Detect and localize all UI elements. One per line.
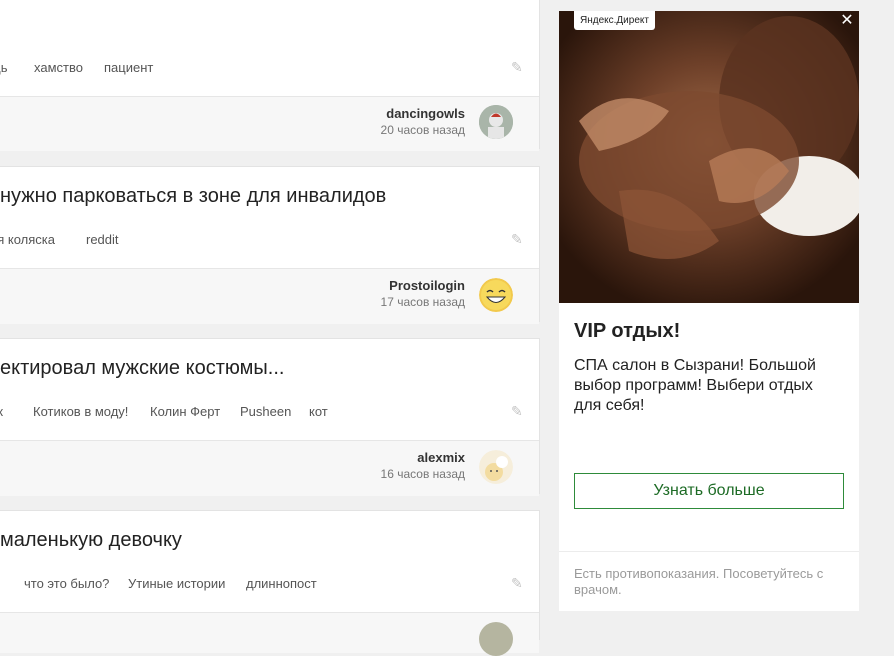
author-name[interactable]: dancingowls xyxy=(381,106,465,122)
avatar[interactable] xyxy=(479,450,513,484)
tag-link[interactable]: Утиные истории xyxy=(128,576,225,591)
tag-link[interactable]: хамство xyxy=(34,60,83,75)
story-title[interactable]: ектировал мужские костюмы... xyxy=(0,357,284,380)
story-tags: ик Котиков в моду! Колин Ферт Pusheen ко… xyxy=(0,404,490,424)
story-tags: щь хамство пациент xyxy=(0,60,490,80)
story-footer: Prostoilogin 17 часов назад xyxy=(0,268,539,324)
close-icon[interactable]: ✕ xyxy=(839,13,855,29)
ad-text[interactable]: СПА салон в Сызрани! Большой выбор прогр… xyxy=(574,356,844,416)
edit-icon[interactable]: ✎ xyxy=(511,576,525,590)
story-footer: alexmix 16 часов назад xyxy=(0,440,539,496)
avatar[interactable] xyxy=(479,622,513,656)
tag-link[interactable]: reddit xyxy=(86,232,119,247)
edit-icon[interactable]: ✎ xyxy=(511,60,525,74)
ad-block[interactable]: Яндекс.Директ ✕ VIP отдых! СПА салон в С… xyxy=(559,11,859,611)
story-card: маленькую девочку к что это было? Утиные… xyxy=(0,510,540,656)
post-time: 16 часов назад xyxy=(380,467,465,481)
ad-image[interactable]: Яндекс.Директ ✕ xyxy=(559,11,859,303)
story-card: щь хамство пациент ✎ dancingowls 20 часо… xyxy=(0,0,540,151)
ad-badge[interactable]: Яндекс.Директ xyxy=(574,11,655,30)
story-title[interactable]: маленькую девочку xyxy=(0,529,182,552)
story-card: ектировал мужские костюмы... ик Котиков … xyxy=(0,338,540,496)
tag-link[interactable]: Колин Ферт xyxy=(150,404,220,419)
learn-more-button[interactable]: Узнать больше xyxy=(574,473,844,509)
edit-icon[interactable]: ✎ xyxy=(511,232,525,246)
ad-headline[interactable]: VIP отдых! xyxy=(574,320,680,343)
divider xyxy=(559,551,859,552)
tag-link[interactable]: ая коляска xyxy=(0,232,55,247)
post-time: 17 часов назад xyxy=(380,295,465,309)
author-block[interactable]: Prostoilogin 17 часов назад xyxy=(381,278,465,310)
tag-link[interactable]: Котиков в моду! xyxy=(33,404,128,419)
tag-link[interactable]: Pusheen xyxy=(240,404,291,419)
author-block[interactable]: alexmix 16 часов назад xyxy=(381,450,465,482)
story-footer xyxy=(0,612,539,656)
tag-link[interactable]: длиннопост xyxy=(246,576,317,591)
story-footer: dancingowls 20 часов назад xyxy=(0,96,539,151)
tag-link[interactable]: щь xyxy=(0,60,7,75)
ad-disclaimer: Есть противопоказания. Посоветуйтесь с в… xyxy=(574,566,824,597)
author-block[interactable]: dancingowls 20 часов назад xyxy=(381,106,465,138)
post-time: 20 часов назад xyxy=(380,123,465,137)
story-card: нужно парковаться в зоне для инвалидов а… xyxy=(0,166,540,324)
story-title[interactable]: нужно парковаться в зоне для инвалидов xyxy=(0,185,386,208)
author-name[interactable]: alexmix xyxy=(381,450,465,466)
avatar[interactable] xyxy=(479,105,513,139)
tag-link[interactable]: ик xyxy=(0,404,3,419)
avatar[interactable] xyxy=(479,278,513,312)
edit-icon[interactable]: ✎ xyxy=(511,404,525,418)
tag-link[interactable]: что это было? xyxy=(24,576,109,591)
story-tags: ая коляска reddit xyxy=(0,232,490,252)
author-name[interactable]: Prostoilogin xyxy=(381,278,465,294)
tag-link[interactable]: кот xyxy=(309,404,328,419)
story-tags: к что это было? Утиные истории длиннопос… xyxy=(0,576,490,596)
tag-link[interactable]: пациент xyxy=(104,60,153,75)
